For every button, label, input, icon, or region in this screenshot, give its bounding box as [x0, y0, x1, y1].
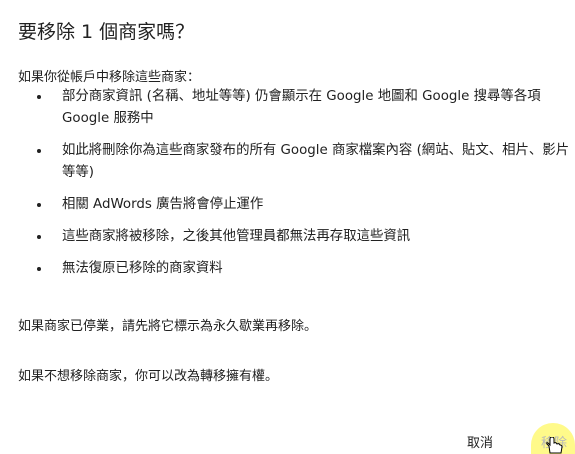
list-item: 相關 AdWords 廣告將會停止運作	[22, 194, 575, 216]
transfer-ownership-note: 如果不想移除商家，你可以改為轉移擁有權。	[18, 369, 279, 384]
dialog-title: 要移除 1 個商家嗎？	[18, 21, 195, 43]
list-item: 這些商家將被移除，之後其他管理員都無法再存取這些資訊	[22, 226, 575, 248]
list-item: 無法復原已移除的商家資料	[22, 258, 575, 280]
dialog-intro: 如果你從帳戶中移除這些商家：	[18, 70, 201, 85]
list-item: 如此將刪除你為這些商家發布的所有 Google 商家檔案內容 (網站、貼文、相片…	[22, 140, 575, 184]
cancel-button[interactable]: 取消	[467, 432, 493, 451]
remove-business-dialog: 要移除 1 個商家嗎？ 如果你從帳戶中移除這些商家： 部分商家資訊 (名稱、地址…	[0, 0, 575, 454]
list-item: 部分商家資訊 (名稱、地址等等) 仍會顯示在 Google 地圖和 Google…	[22, 86, 575, 130]
closed-business-note: 如果商家已停業，請先將它標示為永久歇業再移除。	[18, 319, 318, 334]
hand-pointer-icon	[546, 437, 563, 454]
consequence-list: 部分商家資訊 (名稱、地址等等) 仍會顯示在 Google 地圖和 Google…	[22, 86, 575, 290]
